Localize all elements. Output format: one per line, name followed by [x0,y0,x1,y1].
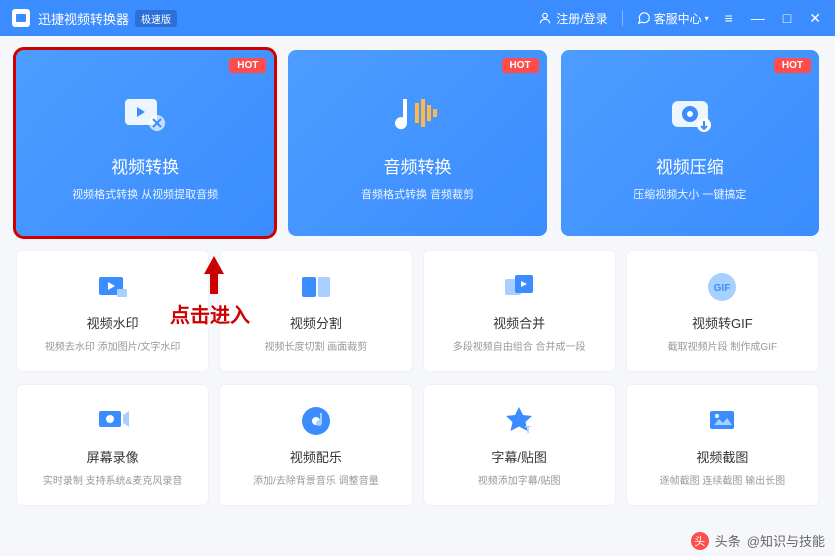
card-desc: 音频格式转换 音频裁剪 [361,186,474,202]
hot-badge: HOT [502,58,539,73]
card-title: 视频分割 [290,313,342,332]
record-icon [95,403,131,439]
card-video-convert[interactable]: HOT 视频转换 视频格式转换 从视频提取音频 [16,50,274,236]
tools-row-1: 视频水印 视频去水印 添加图片/文字水印 视频分割 视频长度切割 画面裁剪 视频… [16,250,819,372]
card-title: 视频配乐 [290,447,342,466]
app-logo-icon [12,9,30,27]
card-desc: 视频长度切割 画面裁剪 [264,338,367,353]
screenshot-icon [704,403,740,439]
audio-convert-icon [389,85,445,141]
merge-icon [501,269,537,305]
dropdown-icon: ▾ [705,14,709,23]
login-button[interactable]: 注册/登录 [538,10,607,27]
card-video-compress[interactable]: HOT 视频压缩 压缩视频大小 一键搞定 [561,50,819,236]
card-title: 视频转换 [111,153,179,178]
watermark: 头 头条 @知识与技能 [691,531,825,550]
card-split[interactable]: 视频分割 视频长度切割 画面裁剪 [219,250,412,372]
edition-badge: 极速版 [135,10,177,27]
card-music[interactable]: 视频配乐 添加/去除背景音乐 调整音量 [219,384,412,506]
card-desc: 视频格式转换 从视频提取音频 [72,186,218,202]
header-divider [622,10,623,26]
card-title: 视频转GIF [692,313,753,332]
tools-row-2: 屏幕录像 实时录制 支持系统&麦克风录音 视频配乐 添加/去除背景音乐 调整音量… [16,384,819,506]
login-label: 注册/登录 [556,10,607,27]
app-title: 迅捷视频转换器 [38,9,129,28]
hot-badge: HOT [229,58,266,73]
watermark-icon [95,269,131,305]
card-title: 屏幕录像 [87,447,139,466]
card-screen-record[interactable]: 屏幕录像 实时录制 支持系统&麦克风录音 [16,384,209,506]
card-audio-convert[interactable]: HOT 音频转换 音频格式转换 音频裁剪 [288,50,546,236]
card-title: 视频压缩 [656,153,724,178]
card-title: 音频转换 [383,153,451,178]
title-bar: 迅捷视频转换器 极速版 注册/登录 客服中心 ▾ ≡ — □ ✕ [0,0,835,36]
svg-text:T: T [525,425,531,436]
card-desc: 视频去水印 添加图片/文字水印 [45,338,181,353]
card-desc: 实时录制 支持系统&麦克风录音 [43,472,182,487]
minimize-button[interactable]: — [749,10,767,26]
card-desc: 逐帧截图 连续截图 输出长图 [660,472,786,487]
video-compress-icon [662,85,718,141]
card-title: 视频合并 [493,313,545,332]
gif-icon: GIF [704,269,740,305]
service-button[interactable]: 客服中心 ▾ [637,10,709,27]
user-icon [538,11,552,25]
card-desc: 视频添加字幕/贴图 [478,472,561,487]
card-desc: 添加/去除背景音乐 调整音量 [253,472,379,487]
card-gif[interactable]: GIF 视频转GIF 截取视频片段 制作成GIF [626,250,819,372]
maximize-button[interactable]: □ [781,10,793,26]
card-desc: 截取视频片段 制作成GIF [668,338,777,353]
card-screenshot[interactable]: 视频截图 逐帧截图 连续截图 输出长图 [626,384,819,506]
chat-icon [637,11,651,25]
menu-button[interactable]: ≡ [723,10,735,26]
watermark-author: @知识与技能 [747,531,825,550]
featured-row: HOT 视频转换 视频格式转换 从视频提取音频 HOT 音频转换 音频格式转换 … [16,50,819,236]
card-title: 视频截图 [696,447,748,466]
main-content: HOT 视频转换 视频格式转换 从视频提取音频 HOT 音频转换 音频格式转换 … [0,36,835,532]
card-desc: 多段视频自由组合 合并成一段 [453,338,586,353]
hot-badge: HOT [774,58,811,73]
video-convert-icon [117,85,173,141]
split-icon [298,269,334,305]
close-button[interactable]: ✕ [807,10,823,27]
watermark-prefix: 头条 [715,531,741,550]
service-label: 客服中心 [654,10,702,27]
svg-text:GIF: GIF [714,283,731,294]
watermark-icon: 头 [691,532,709,550]
subtitle-icon: T [501,403,537,439]
card-title: 字幕/贴图 [491,447,547,466]
card-merge[interactable]: 视频合并 多段视频自由组合 合并成一段 [423,250,616,372]
card-desc: 压缩视频大小 一键搞定 [633,186,746,202]
card-watermark[interactable]: 视频水印 视频去水印 添加图片/文字水印 [16,250,209,372]
card-title: 视频水印 [87,313,139,332]
card-subtitle[interactable]: T 字幕/贴图 视频添加字幕/贴图 [423,384,616,506]
music-icon [298,403,334,439]
